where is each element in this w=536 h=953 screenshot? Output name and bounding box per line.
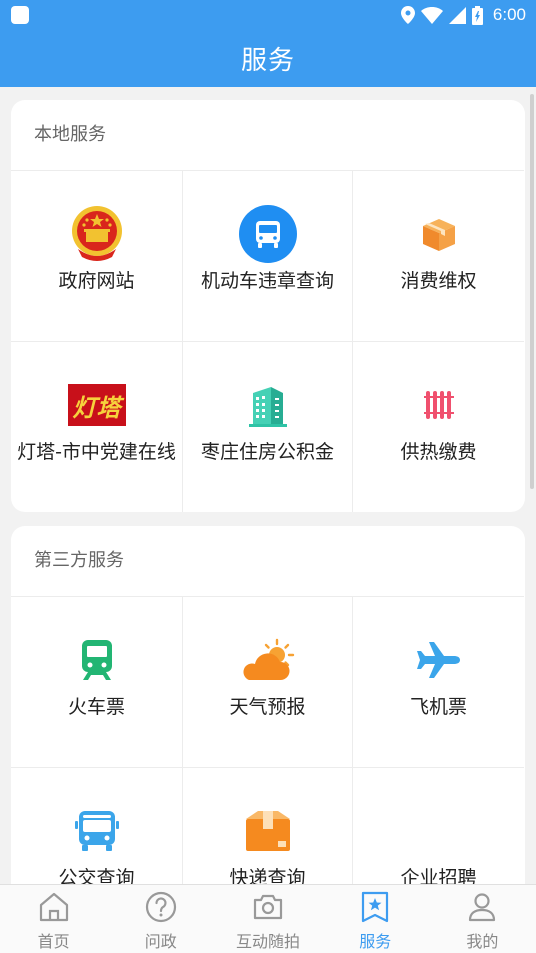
- box-icon: [409, 204, 469, 264]
- home-icon: [39, 892, 68, 922]
- tab-interactive-photo[interactable]: 互动随拍: [214, 885, 321, 953]
- service-item-bus-query[interactable]: 公交查询: [11, 767, 182, 884]
- user-icon: [469, 893, 496, 922]
- bus-front-icon: [67, 801, 127, 861]
- service-item-dengta[interactable]: 灯塔 灯塔-市中党建在线: [11, 341, 182, 512]
- service-label: 政府网站: [58, 270, 135, 292]
- dengta-logo-icon: 灯塔: [67, 375, 127, 435]
- status-bar: 6:00: [0, 0, 536, 30]
- service-item-train-ticket[interactable]: 火车票: [11, 596, 182, 767]
- service-label: 灯塔-市中党建在线: [17, 441, 176, 463]
- service-item-housing-fund[interactable]: 枣庄住房公积金: [182, 341, 353, 512]
- service-label: 天气预报: [229, 696, 306, 718]
- service-label: 消费维权: [400, 270, 477, 292]
- train-icon: [67, 630, 127, 690]
- radiator-icon: [409, 375, 469, 435]
- service-item-heating-payment[interactable]: 供热缴费: [353, 341, 524, 512]
- camera-icon: [253, 894, 283, 920]
- service-item-gov-website[interactable]: 政府网站: [11, 170, 182, 341]
- building-icon: [238, 375, 298, 435]
- third-party-services-card: 第三方服务 火车票 天气预报 飞机票 公交查询 快递查询 企业招聘: [11, 526, 525, 884]
- airplane-icon: [409, 630, 469, 690]
- tab-services[interactable]: 服务: [322, 885, 429, 953]
- service-label: 飞机票: [409, 696, 467, 718]
- bookmark-star-icon: [362, 891, 389, 923]
- bottom-tab-bar: 首页 问政 互动随拍 服务 我的: [0, 884, 536, 953]
- service-item-recruitment[interactable]: 企业招聘: [353, 767, 524, 884]
- service-label: 企业招聘: [400, 867, 477, 884]
- location-icon: [400, 6, 415, 24]
- services-scroll-area[interactable]: 本地服务 政府网站 机动车违章查询 消费维权 灯塔 灯塔-市中党建在线 枣庄住房…: [0, 87, 536, 884]
- service-item-weather[interactable]: 天气预报: [182, 596, 353, 767]
- service-item-express-query[interactable]: 快递查询: [182, 767, 353, 884]
- service-label: 供热缴费: [400, 441, 477, 463]
- service-label: 火车票: [67, 696, 125, 718]
- recruitment-icon: [409, 801, 469, 861]
- page-title: 服务: [240, 46, 295, 76]
- service-item-flight-ticket[interactable]: 飞机票: [353, 596, 524, 767]
- battery-icon: [471, 5, 483, 25]
- package-icon: [238, 801, 298, 861]
- local-services-card: 本地服务 政府网站 机动车违章查询 消费维权 灯塔 灯塔-市中党建在线 枣庄住房…: [11, 100, 525, 512]
- service-label: 机动车违章查询: [200, 270, 334, 292]
- service-label: 快递查询: [229, 867, 306, 884]
- service-item-consumer-rights[interactable]: 消费维权: [353, 170, 524, 341]
- service-label: 枣庄住房公积金: [200, 441, 334, 463]
- service-item-vehicle-violation[interactable]: 机动车违章查询: [182, 170, 353, 341]
- tab-home[interactable]: 首页: [0, 885, 107, 953]
- clock: 6:00: [492, 5, 526, 24]
- question-icon: [145, 891, 176, 923]
- service-label: 公交查询: [58, 867, 135, 884]
- tab-mine[interactable]: 我的: [429, 885, 536, 953]
- scrollbar[interactable]: [530, 94, 534, 489]
- app-header: 服务: [0, 30, 536, 87]
- app-notification-icon: [11, 6, 29, 24]
- national-emblem-icon: [67, 204, 127, 264]
- signal-icon: [448, 6, 466, 24]
- wifi-icon: [420, 6, 443, 24]
- bus-icon: [238, 204, 298, 264]
- weather-icon: [238, 630, 298, 690]
- tab-wenzheng[interactable]: 问政: [107, 885, 214, 953]
- section-title: 本地服务: [34, 124, 106, 145]
- section-title: 第三方服务: [34, 550, 124, 571]
